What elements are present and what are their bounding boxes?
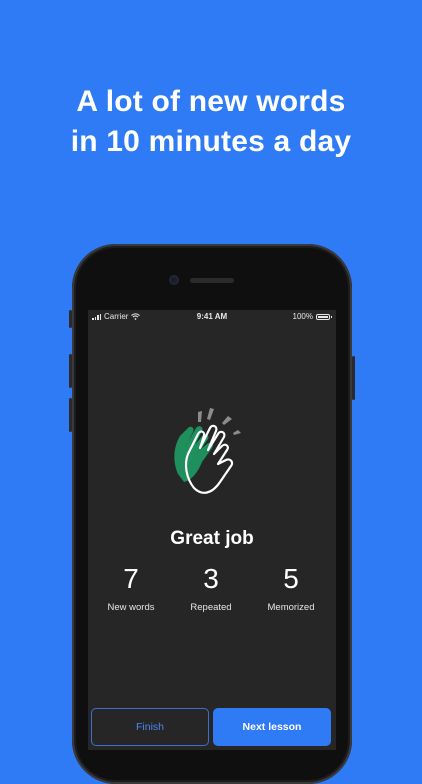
phone-mute-switch — [69, 310, 72, 328]
battery-percent: 100% — [292, 312, 313, 321]
stat-value: 7 — [123, 563, 139, 594]
finish-button[interactable]: Finish — [91, 708, 209, 746]
stat-value: 5 — [283, 563, 299, 594]
front-camera — [169, 275, 179, 285]
status-bar: Carrier 9:41 AM 100% — [88, 310, 336, 324]
headline-line-2: in 10 minutes a day — [70, 125, 352, 158]
stat-value: 3 — [203, 563, 219, 594]
result-title: Great job — [170, 528, 254, 549]
stat-repeated: 3 Repeated — [170, 562, 252, 613]
stat-label: Repeated — [190, 602, 232, 613]
promo-headline: A lot of new words in 10 minutes a day — [0, 82, 422, 162]
stat-label: New words — [107, 602, 155, 613]
phone-volume-down — [69, 398, 72, 432]
stat-new-words: 7 New words — [90, 562, 172, 613]
clapping-hands-icon — [174, 408, 241, 494]
earpiece-speaker — [190, 278, 234, 283]
next-lesson-button[interactable]: Next lesson — [213, 708, 331, 746]
app-screen: Carrier 9:41 AM 100% Great job 7 New wor… — [88, 310, 336, 750]
stat-memorized: 5 Memorized — [250, 562, 332, 613]
battery-icon — [316, 313, 332, 320]
headline-line-1: A lot of new words — [76, 85, 346, 118]
phone-volume-up — [69, 354, 72, 388]
stat-label: Memorized — [267, 602, 315, 613]
phone-power-button — [352, 356, 355, 400]
